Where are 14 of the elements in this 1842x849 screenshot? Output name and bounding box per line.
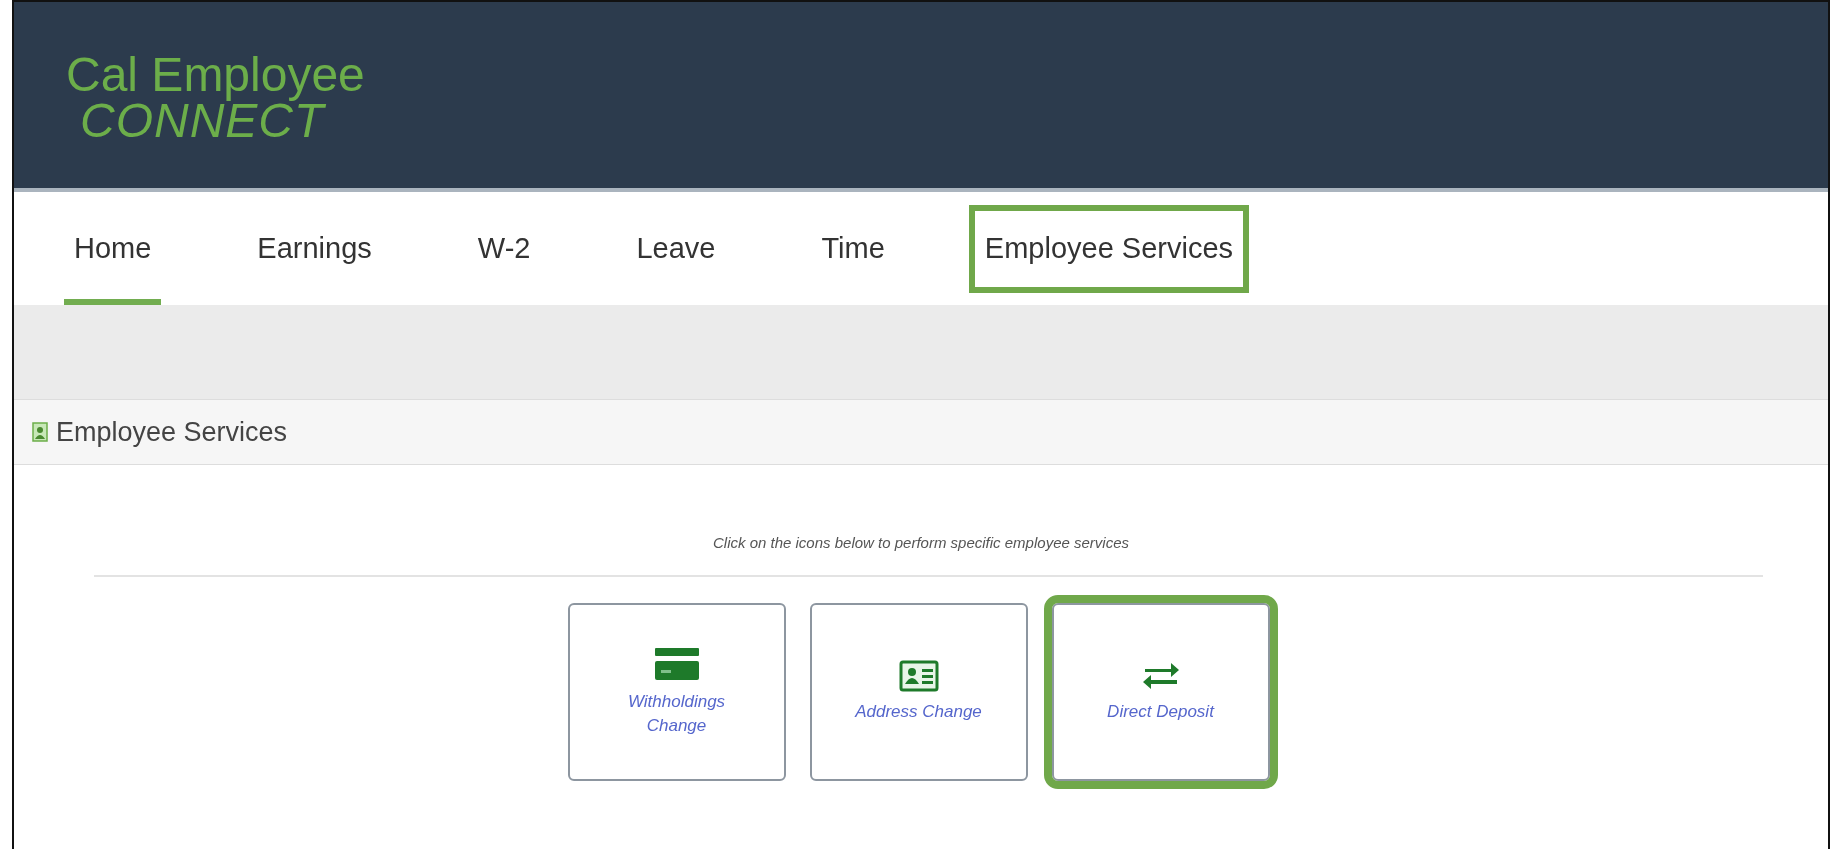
logo: Cal Employee CONNECT <box>66 52 366 144</box>
service-tile[interactable]: Address Change <box>809 602 1028 781</box>
nav-tab[interactable]: Employee Services <box>970 206 1248 291</box>
credit-card-icon <box>652 645 701 682</box>
person-icon <box>32 422 48 442</box>
nav-tab[interactable]: Leave <box>606 192 746 305</box>
nav-tab[interactable]: Earnings <box>227 192 402 305</box>
service-tile[interactable]: Withholdings Change <box>567 602 786 781</box>
panel-title: Employee Services <box>56 415 288 449</box>
nav-tab[interactable]: Home <box>44 192 182 305</box>
nav-tab[interactable]: W-2 <box>447 192 561 305</box>
nav-tab[interactable]: Time <box>791 192 915 305</box>
id-card-icon <box>898 659 939 692</box>
instruction-text: Click on the icons below to perform specific employee services <box>713 534 1129 551</box>
